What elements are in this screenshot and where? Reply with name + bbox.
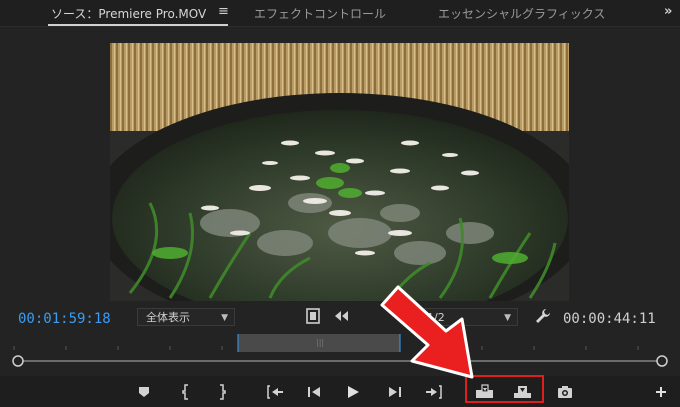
- add-marker-button[interactable]: [130, 376, 158, 407]
- zoom-level-select[interactable]: 全体表示 ▼: [137, 308, 235, 326]
- mark-out-icon: [220, 383, 226, 400]
- panel-menu-icon[interactable]: ≡: [218, 4, 229, 19]
- play-icon: [348, 385, 359, 398]
- filmstrip-icon[interactable]: [306, 308, 320, 328]
- video-preview: [110, 43, 569, 301]
- active-tab-indicator: [48, 24, 228, 26]
- chevron-down-icon: ▼: [221, 313, 228, 323]
- mark-in-button[interactable]: [172, 376, 200, 407]
- export-frame-button[interactable]: [551, 376, 579, 407]
- zoom-handle-right[interactable]: [656, 355, 668, 367]
- go-to-in-button[interactable]: [261, 376, 289, 407]
- mark-in-icon: [182, 383, 188, 400]
- playback-button-row: [0, 376, 680, 407]
- video-frame-image: [110, 43, 569, 301]
- tab-source[interactable]: ソース：Premiere Pro.MOV: [51, 5, 206, 22]
- panel-tab-bar: ソース：Premiere Pro.MOV ≡ エフェクトコントロール エッセンシ…: [0, 0, 680, 27]
- monitor-control-row: 00:01:59:18 全体表示 ▼ 1/2 ▼ 00:00:44:11: [0, 304, 680, 330]
- current-timecode[interactable]: 00:01:59:18: [18, 311, 111, 327]
- pointer-arrow: [380, 285, 474, 379]
- playback-settings-icon[interactable]: [334, 308, 352, 328]
- duration-timecode: 00:00:44:11: [563, 311, 656, 327]
- camera-icon: [558, 385, 572, 398]
- add-button[interactable]: [647, 376, 675, 407]
- tab-effect-controls[interactable]: エフェクトコントロール: [254, 5, 386, 22]
- timeline-ruler[interactable]: |||: [0, 334, 680, 374]
- chevron-down-icon: ▼: [504, 313, 511, 323]
- zoom-level-value: 全体表示: [146, 311, 190, 324]
- tab-overflow-icon[interactable]: »: [664, 4, 672, 19]
- marker-icon: [139, 386, 149, 397]
- source-monitor: [0, 27, 680, 303]
- go-to-in-icon: [267, 384, 283, 399]
- svg-text:|||: |||: [316, 338, 324, 347]
- step-back-button[interactable]: [300, 376, 328, 407]
- mark-out-button[interactable]: [208, 376, 236, 407]
- plus-icon: [656, 386, 666, 397]
- step-back-icon: [308, 386, 320, 397]
- zoom-handle-left[interactable]: [12, 355, 24, 367]
- wrench-icon[interactable]: [534, 307, 552, 329]
- tab-essential-graphics[interactable]: エッセンシャルグラフィックス: [438, 5, 605, 22]
- play-button[interactable]: [339, 376, 367, 407]
